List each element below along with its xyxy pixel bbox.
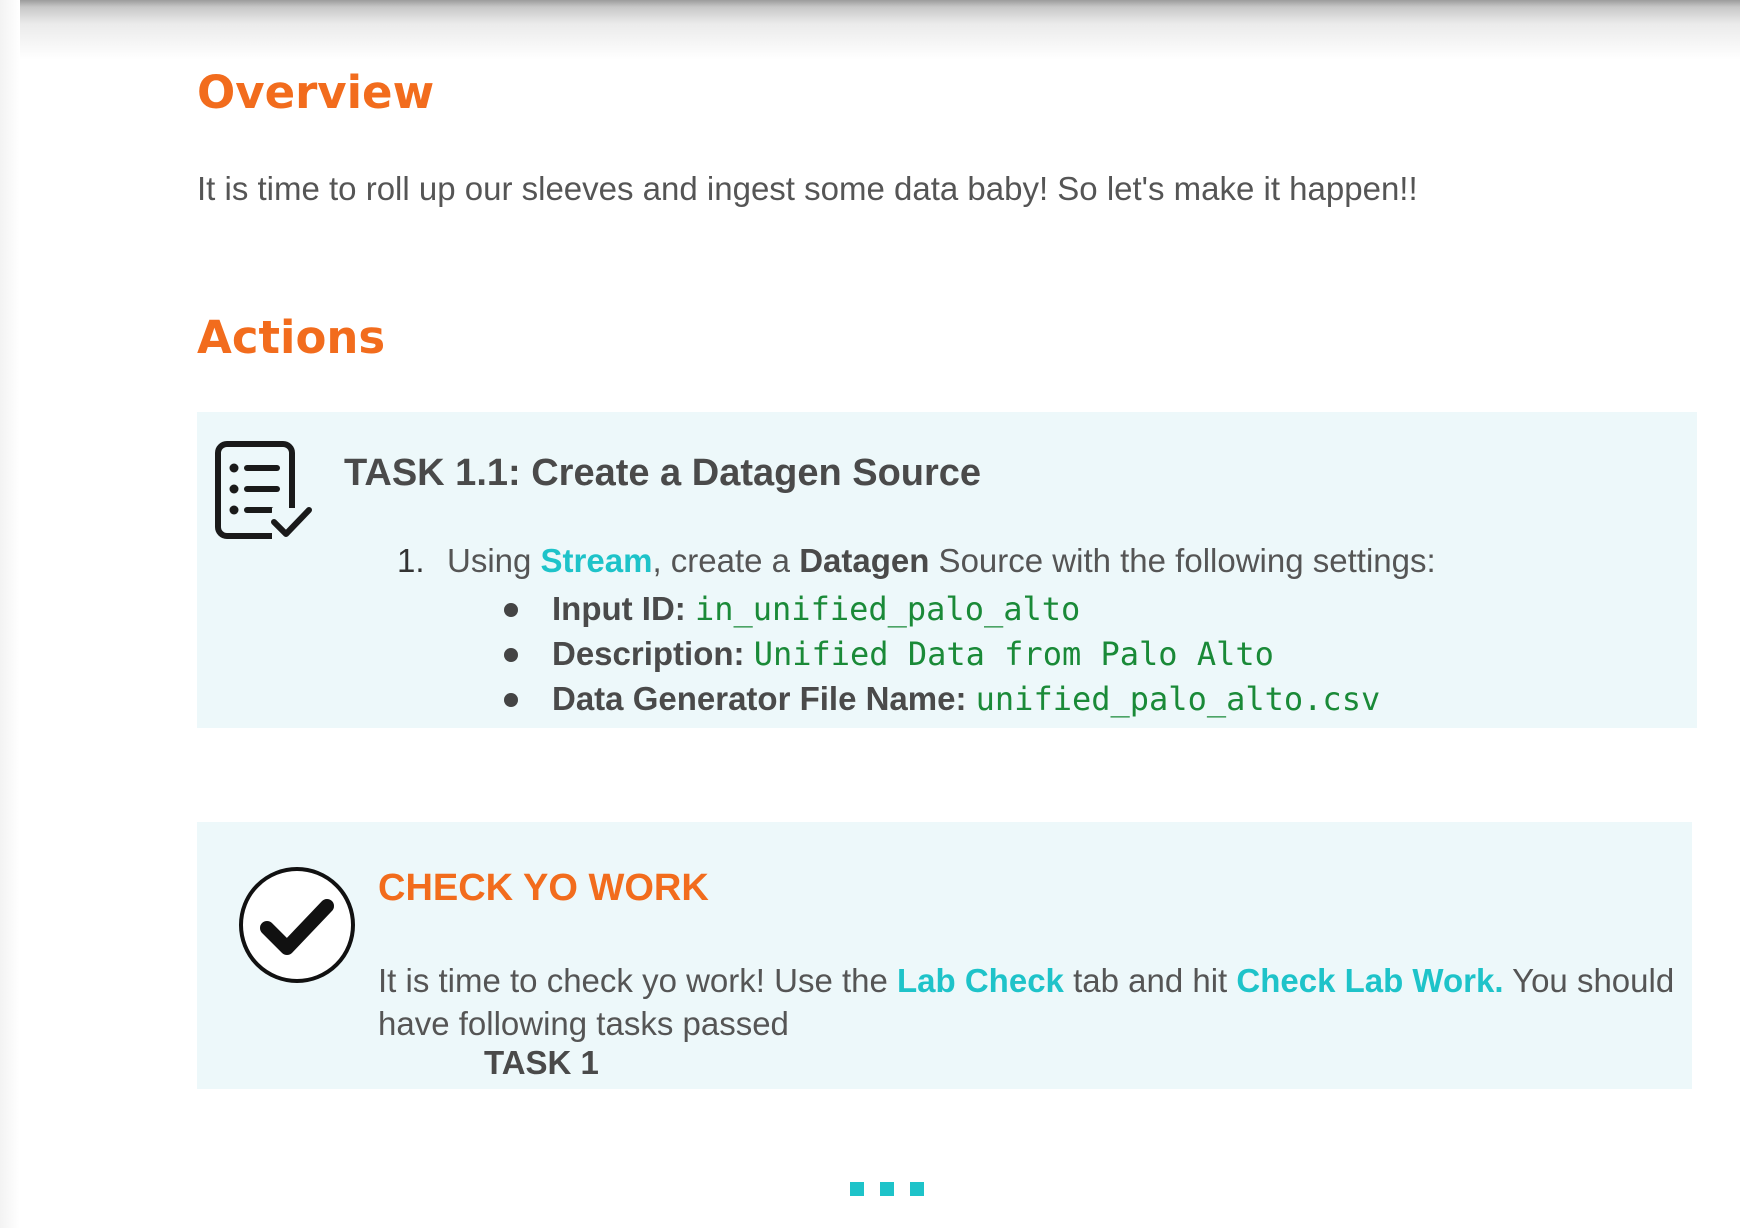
check-text-pre: It is time to check yo work! Use the — [378, 962, 898, 999]
setting-file-name: Data Generator File Name: unified_palo_a… — [397, 676, 1436, 721]
step-text-pre: Using — [447, 542, 541, 579]
setting-value: unified_palo_alto.csv — [975, 680, 1381, 718]
setting-description: Description: Unified Data from Palo Alto — [397, 631, 1436, 676]
setting-label: Data Generator File Name: — [552, 680, 967, 717]
step-number: 1. — [397, 542, 425, 579]
overview-heading: Overview — [197, 66, 435, 119]
setting-input-id: Input ID: in_unified_palo_alto — [397, 586, 1436, 631]
dot — [880, 1182, 894, 1196]
dot — [910, 1182, 924, 1196]
check-title: CHECK YO WORK — [378, 867, 709, 909]
check-text: It is time to check yo work! Use the Lab… — [378, 959, 1678, 1045]
check-panel: CHECK YO WORK It is time to check yo wor… — [197, 822, 1692, 1089]
lab-check-tab-link[interactable]: Lab Check — [897, 962, 1064, 999]
task-passed: TASK 1 — [484, 1044, 599, 1081]
overview-text: It is time to roll up our sleeves and in… — [197, 170, 1418, 207]
setting-label: Input ID: — [552, 590, 686, 627]
checkmark-circle-icon — [237, 865, 357, 990]
datagen-term: Datagen — [799, 542, 930, 579]
task-steps: 1. Using Stream, create a Datagen Source … — [397, 542, 1436, 721]
dot — [850, 1182, 864, 1196]
check-lab-work-link[interactable]: Check Lab Work. — [1236, 962, 1503, 999]
stream-term: Stream — [540, 542, 653, 579]
task-title: TASK 1.1: Create a Datagen Source — [344, 452, 982, 494]
actions-heading: Actions — [197, 311, 386, 364]
bullet-icon — [504, 603, 518, 617]
checklist-icon — [214, 440, 314, 551]
bullet-icon — [504, 648, 518, 662]
step-text-mid: , create a — [652, 542, 800, 579]
setting-value: Unified Data from Palo Alto — [753, 635, 1274, 673]
task-step: 1. Using Stream, create a Datagen Source … — [397, 542, 1436, 721]
settings-list: Input ID: in_unified_palo_alto Descripti… — [397, 586, 1436, 721]
setting-label: Description: — [552, 635, 745, 672]
bullet-icon — [504, 693, 518, 707]
setting-value: in_unified_palo_alto — [694, 590, 1081, 628]
check-text-mid: tab and hit — [1063, 962, 1237, 999]
top-shadow — [0, 0, 1740, 60]
page-edge — [0, 0, 20, 1228]
more-dots-icon — [850, 1182, 924, 1196]
step-text-post: Source with the following settings: — [929, 542, 1436, 579]
task-panel: TASK 1.1: Create a Datagen Source 1. Usin… — [197, 412, 1697, 728]
